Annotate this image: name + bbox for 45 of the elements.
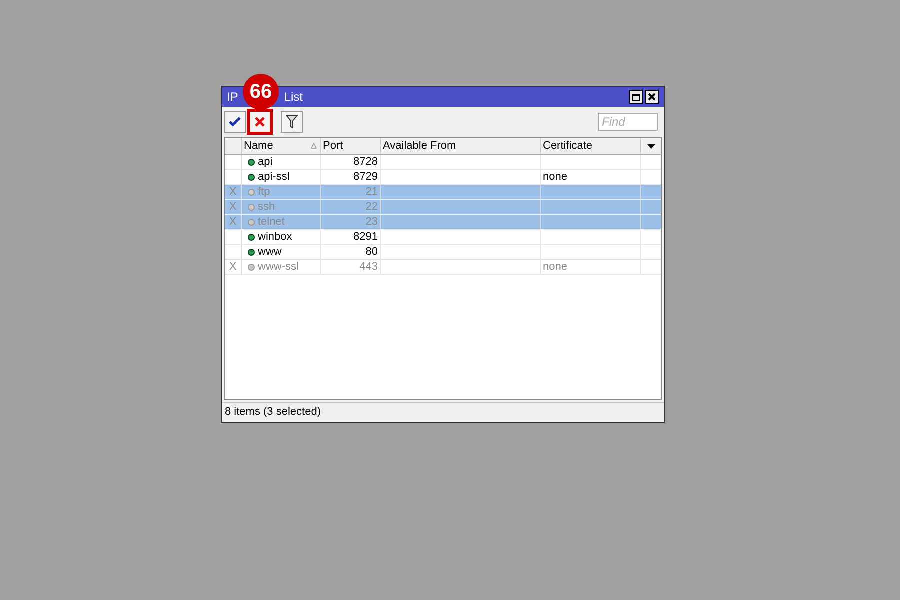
close-button[interactable] — [645, 90, 659, 104]
table-cell-text: www-ssl — [258, 260, 299, 275]
table-cell-text: 80 — [366, 244, 378, 260]
column-header[interactable]: Name — [242, 138, 321, 154]
close-icon — [648, 93, 656, 101]
filter-icon — [286, 115, 298, 129]
table-cell-text: ftp — [258, 184, 270, 200]
window-title: List — [284, 89, 304, 106]
status-bar-text: 8 items (3 selected) — [225, 405, 321, 420]
table-cell-text: 443 — [360, 260, 378, 275]
table-cell-text: 8729 — [354, 170, 378, 185]
sort-icon — [311, 143, 317, 149]
maximize-button[interactable] — [629, 90, 643, 104]
table-row[interactable]: www 80 — [225, 245, 661, 260]
table-cell-text: 8291 — [354, 230, 378, 245]
checkmark-icon — [229, 117, 241, 127]
table-cell-text: api-ssl — [258, 170, 290, 185]
enable-button[interactable] — [224, 111, 246, 133]
count-badge: 66 — [243, 74, 279, 110]
table-cell-text: winbox — [258, 230, 292, 245]
table-row[interactable]: api 8728 — [225, 155, 661, 170]
table-row[interactable]: winbox 8291 — [225, 230, 661, 245]
table-cell-text: X — [229, 260, 237, 275]
filter-button[interactable] — [281, 111, 303, 133]
table-cell-text: ssh — [258, 200, 276, 215]
table-cell-text: none — [543, 260, 568, 275]
find-field[interactable]: Find — [598, 113, 658, 131]
table-cell-text: X — [229, 214, 237, 230]
disable-button[interactable] — [249, 111, 271, 133]
table-cell-text: 23 — [366, 214, 378, 230]
table-cell-text: 8728 — [354, 154, 378, 170]
cross-icon — [255, 117, 265, 127]
caret-icon — [646, 144, 656, 148]
table-cell-text: X — [229, 184, 237, 200]
table-cell-text: X — [229, 200, 237, 215]
column-header[interactable]: Available From — [381, 138, 541, 154]
table-cell-text: telnet — [258, 214, 285, 230]
column-header[interactable]: Port — [321, 138, 381, 154]
table-cell-text: www — [258, 244, 282, 260]
window-title: IP — [227, 89, 238, 106]
column-header[interactable]: Certificate — [541, 138, 641, 154]
table-cell-text: api — [258, 154, 273, 170]
table-cell-text: 22 — [366, 200, 378, 215]
table-cell-text: none — [543, 170, 568, 185]
table-cell-text: 21 — [366, 184, 378, 200]
